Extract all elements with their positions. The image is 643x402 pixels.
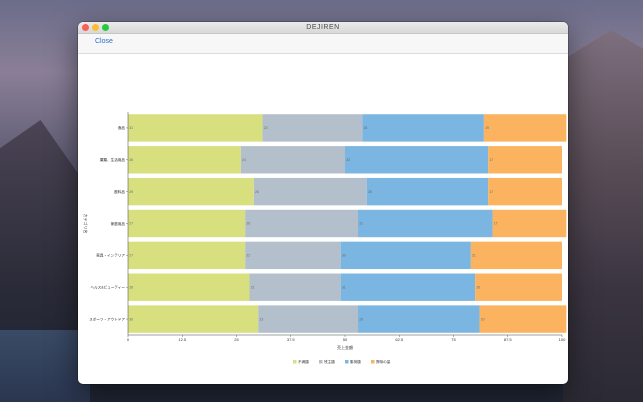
legend-swatch — [293, 360, 297, 364]
bar-data-label: 31 — [129, 126, 133, 130]
bar-segment — [262, 114, 363, 142]
bar-data-label: 29 — [129, 190, 133, 194]
bar-segment — [488, 146, 562, 174]
bar-segment — [258, 305, 359, 333]
desktop-mountain-right — [563, 30, 643, 402]
bar-segment — [483, 114, 567, 142]
category-label: 家庭用品 — [111, 221, 126, 226]
bar-segment — [479, 305, 567, 333]
bar-segment — [470, 241, 562, 270]
bar-data-label: 27 — [129, 254, 133, 258]
bar-segment — [240, 146, 345, 174]
bar-data-label: 19 — [485, 126, 489, 130]
category-label: ヘルス&ビューティー — [90, 285, 125, 290]
bar-segment — [128, 273, 250, 301]
legend-label: 不満額 — [298, 359, 309, 364]
legend-swatch — [319, 360, 323, 364]
bar-data-label: 24 — [242, 158, 246, 162]
category-label: 飲料品 — [114, 189, 125, 194]
x-tick-label: 25 — [234, 337, 239, 342]
bar-data-label: 22 — [246, 254, 250, 258]
y-axis-title: カテゴリ名 — [83, 214, 89, 234]
bar-segment — [358, 209, 493, 238]
bar-segment — [488, 177, 562, 206]
close-button[interactable]: Close — [95, 38, 113, 45]
x-tick-label: 12.5 — [178, 337, 187, 342]
bar-data-label: 20 — [481, 317, 485, 321]
bar-data-label: 17 — [489, 190, 493, 194]
desktop-sea-left — [0, 330, 90, 402]
bar-data-label: 21 — [251, 285, 255, 289]
x-tick-label: 62.5 — [395, 337, 404, 342]
bar-segment — [128, 209, 246, 238]
x-tick-label: 100 — [559, 337, 566, 342]
bar-data-label: 23 — [259, 317, 263, 321]
bar-data-label: 31 — [359, 222, 363, 226]
app-window: DEJIREN Close 31 23 28 19 食品 26 24 33 17 菓類、生活用品 2… — [78, 22, 568, 384]
bar-data-label: 27 — [129, 222, 133, 226]
bar-data-label: 17 — [494, 222, 498, 226]
bar-data-label: 33 — [346, 158, 350, 162]
bar-data-label: 21 — [472, 254, 476, 258]
x-tick-label: 37.5 — [287, 337, 296, 342]
legend-swatch — [371, 360, 375, 364]
legend-swatch — [345, 360, 349, 364]
window-titlebar[interactable]: DEJIREN — [78, 22, 568, 34]
category-label: スポーツ・アウトドア — [89, 316, 125, 321]
legend-label: 興味の量 — [376, 359, 391, 364]
category-label: 菓類、生活用品 — [100, 157, 126, 162]
bar-data-label: 26 — [255, 190, 259, 194]
bar-segment — [128, 177, 254, 206]
bar-data-label: 30 — [342, 254, 346, 258]
bar-data-label: 26 — [129, 158, 133, 162]
bar-segment — [253, 177, 367, 206]
toolbar: Close — [78, 34, 568, 54]
bar-segment — [128, 241, 246, 270]
bar-segment — [492, 209, 567, 238]
bar-segment — [245, 209, 359, 238]
bar-data-label: 23 — [264, 126, 268, 130]
category-label: 家具・インテリア — [96, 253, 125, 258]
window-title: DEJIREN — [306, 24, 340, 31]
bar-segment — [249, 273, 341, 301]
x-axis-title: 売上金額 — [337, 344, 353, 350]
bar-segment — [128, 146, 241, 174]
stacked-bar-chart: 31 23 28 19 食品 26 24 33 17 菓類、生活用品 29 26 28 17 飲料品 27 26… — [83, 112, 567, 364]
category-label: 食品 — [118, 125, 126, 130]
bar-data-label: 28 — [129, 285, 133, 289]
bar-data-label: 28 — [364, 126, 368, 130]
bar-segment — [340, 241, 471, 270]
bar-data-label: 28 — [359, 317, 363, 321]
bar-segment — [245, 241, 341, 270]
bar-data-label: 17 — [489, 158, 493, 162]
legend-label: 集荷額 — [350, 359, 361, 364]
bar-data-label: 31 — [342, 285, 346, 289]
x-tick-label: 50 — [343, 337, 348, 342]
bar-segment — [340, 273, 476, 301]
chart-area: 31 23 28 19 食品 26 24 33 17 菓類、生活用品 29 26 28 17 飲料品 27 26… — [78, 54, 568, 384]
bar-data-label: 28 — [368, 190, 372, 194]
bar-segment — [475, 273, 562, 301]
x-tick-label: 75 — [451, 337, 456, 342]
bar-segment — [358, 305, 480, 333]
x-tick-label: 87.5 — [504, 337, 513, 342]
bar-data-label: 20 — [476, 285, 480, 289]
x-tick-label: 0 — [127, 337, 130, 342]
bar-data-label: 26 — [246, 222, 250, 226]
legend-label: 残主額 — [324, 359, 335, 364]
bar-segment — [366, 177, 489, 206]
bar-segment — [128, 305, 259, 333]
bar-segment — [128, 114, 263, 142]
bar-data-label: 30 — [129, 317, 133, 321]
bar-segment — [362, 114, 484, 142]
bar-segment — [345, 146, 489, 174]
